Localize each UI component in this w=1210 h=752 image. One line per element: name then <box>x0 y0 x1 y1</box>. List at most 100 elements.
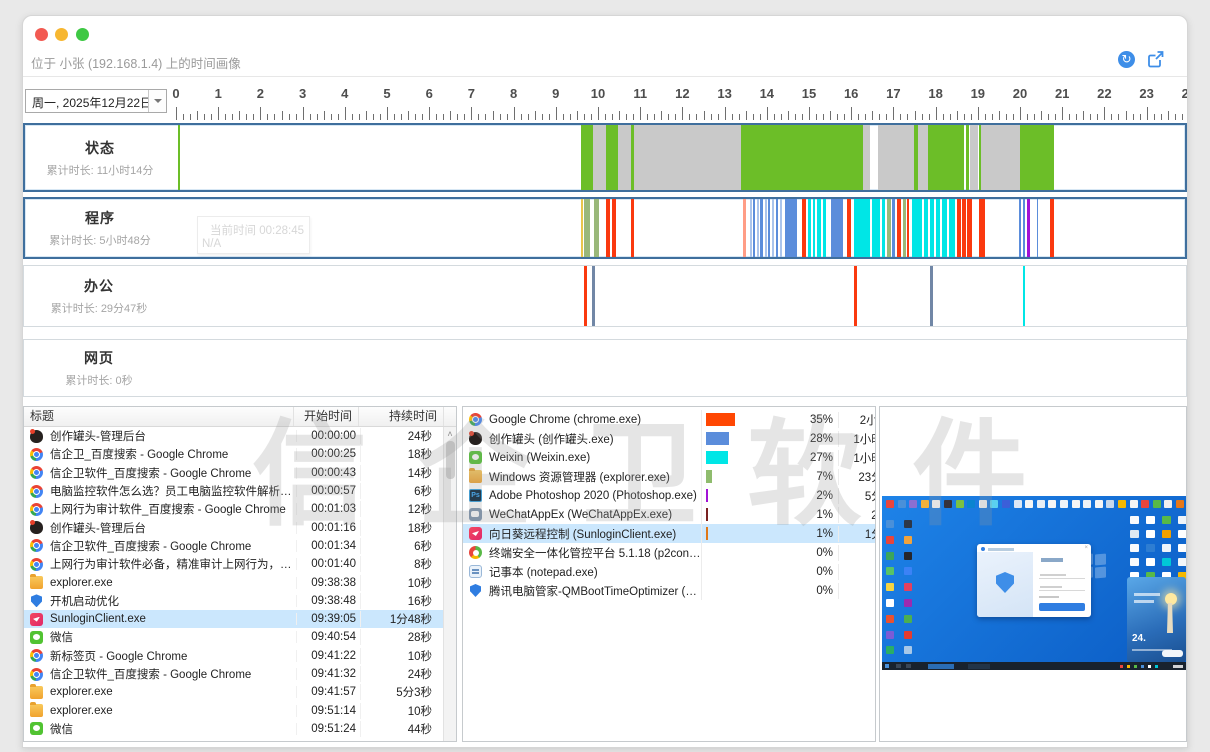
hour-label: 16 <box>838 86 864 101</box>
table-row[interactable]: 新标签页 - Google Chrome09:41:2210秒 <box>24 647 443 665</box>
timeline-row-label-office: 办公累计时长: 29分47秒 <box>24 266 174 326</box>
table-row[interactable]: 创作罐头-管理后台00:01:1618秒 <box>24 518 443 536</box>
ruler-tick <box>802 114 803 120</box>
table-row[interactable]: 上网行为审计软件必备，精准审计上网行为，提升...00:01:408秒 <box>24 555 443 573</box>
ruler-tick <box>260 107 261 120</box>
ruler-tick <box>183 114 184 120</box>
table-row[interactable]: explorer.exe09:51:1410秒 <box>24 701 443 719</box>
activity-segment <box>765 199 767 257</box>
activity-segment <box>743 199 746 257</box>
program-row[interactable]: WeChatAppEx (WeChatAppEx.exe)1%2分2秒 <box>463 505 875 524</box>
document-icon <box>1178 558 1186 566</box>
scrollbar-thumb[interactable] <box>446 441 455 479</box>
document-icon <box>1146 516 1155 524</box>
column-header-2[interactable]: 持续时间 <box>359 407 444 426</box>
desktop-icon <box>886 536 894 544</box>
activity-segment <box>966 125 969 190</box>
desktop-icon <box>932 500 940 508</box>
table-row[interactable]: 电脑监控软件怎么选？员工电脑监控软件解析，202...00:00:576秒 <box>24 482 443 500</box>
table-row[interactable]: explorer.exe09:41:575分3秒 <box>24 683 443 701</box>
ruler-tick <box>929 114 930 120</box>
program-row[interactable]: 终端安全一体化管控平台 5.1.18 (p2console...0%22秒 <box>463 543 875 562</box>
desktop-screenshot-thumbnail[interactable]: ×24. <box>882 496 1186 670</box>
timeline-row-web[interactable]: 网页累计时长: 0秒 <box>23 339 1187 397</box>
ruler-tick <box>478 114 479 120</box>
ruler-tick <box>563 114 564 120</box>
table-row[interactable]: 信企卫_百度搜索 - Google Chrome00:00:2518秒 <box>24 445 443 463</box>
duration-cell: 16秒 <box>360 593 436 609</box>
ruler-tick <box>387 107 388 120</box>
program-row[interactable]: Windows 资源管理器 (explorer.exe)7%23分50秒 <box>463 467 875 486</box>
activity-segment <box>785 199 797 257</box>
hour-label: 21 <box>1049 86 1075 101</box>
ruler-tick <box>556 107 557 120</box>
row-total-duration: 累计时长: 0秒 <box>65 372 132 388</box>
ruler-tick <box>675 114 676 120</box>
ruler-tick <box>753 114 754 120</box>
scroll-up-icon[interactable]: ˄ <box>444 429 456 439</box>
ruler-tick <box>1083 111 1084 120</box>
desktop-icon <box>886 500 894 508</box>
hour-label: 3 <box>290 86 316 101</box>
desktop-icon <box>1072 500 1080 508</box>
column-header-0[interactable]: 标题 <box>24 407 294 426</box>
ruler-tick <box>1062 107 1063 120</box>
program-row[interactable]: 创作罐头 (创作罐头.exe)28%1小时38分 <box>463 429 875 448</box>
activity-segment <box>907 199 909 257</box>
activity-segment <box>606 199 610 257</box>
start-time-cell: 00:00:43 <box>296 467 360 479</box>
table-row[interactable]: 上网行为审计软件_百度搜索 - Google Chrome00:01:0312秒 <box>24 500 443 518</box>
duration-cell: 22秒 <box>838 545 876 561</box>
row-total-duration: 累计时长: 11小时14分 <box>47 162 154 178</box>
hour-label: 7 <box>458 86 484 101</box>
ruler-tick <box>500 114 501 120</box>
table-row[interactable]: 信企卫软件_百度搜索 - Google Chrome09:41:3224秒 <box>24 665 443 683</box>
table-row[interactable] <box>24 738 443 741</box>
table-row[interactable]: explorer.exe09:38:3810秒 <box>24 573 443 591</box>
activity-segment <box>878 125 914 190</box>
export-icon[interactable] <box>1147 50 1165 68</box>
ruler-tick <box>542 114 543 120</box>
activity-segment <box>930 266 933 326</box>
ruler-tick <box>809 107 810 120</box>
timeline-row-office[interactable]: 办公累计时长: 29分47秒 <box>23 265 1187 327</box>
column-header-1[interactable]: 开始时间 <box>294 407 359 426</box>
activity-segment <box>802 199 806 257</box>
program-row[interactable]: 向日葵远程控制 (SunloginClient.exe)1%1分48秒 <box>463 524 875 543</box>
window-title-cell: SunloginClient.exe <box>50 613 296 625</box>
table-row[interactable]: 微信09:40:5428秒 <box>24 628 443 646</box>
program-row[interactable]: Google Chrome (chrome.exe)35%2小时2分 <box>463 410 875 429</box>
activity-segment <box>813 199 815 257</box>
table-row[interactable]: 微信09:51:2444秒 <box>24 720 443 738</box>
document-icon <box>1146 544 1155 552</box>
table-scrollbar[interactable]: ˄ <box>443 427 456 741</box>
tray-icon <box>1155 665 1158 668</box>
duration-cell: 14秒 <box>360 465 436 481</box>
hour-label: 6 <box>416 86 442 101</box>
table-row[interactable]: 信企卫软件_百度搜索 - Google Chrome00:01:346秒 <box>24 537 443 555</box>
ruler-tick <box>936 107 937 120</box>
minimize-button[interactable] <box>55 28 68 41</box>
percent-cell: 0% <box>793 566 833 578</box>
taskbar-icon <box>896 664 901 668</box>
tray-icon <box>1127 665 1130 668</box>
document-icon <box>1162 544 1171 552</box>
program-row[interactable]: 记事本 (notepad.exe)0%20秒 <box>463 562 875 581</box>
program-row[interactable]: Weixin (Weixin.exe)27%1小时32分 <box>463 448 875 467</box>
program-row[interactable]: 腾讯电脑管家-QMBootTimeOptimizer (Q...0%16秒 <box>463 581 875 600</box>
timeline-row-status[interactable]: 状态累计时长: 11小时14分 <box>23 123 1187 192</box>
activity-segment <box>757 199 759 257</box>
ruler-tick <box>964 114 965 120</box>
p2-icon <box>469 546 482 559</box>
wechat-icon <box>30 722 43 735</box>
table-row[interactable]: 创作罐头-管理后台00:00:0024秒 <box>24 427 443 445</box>
table-row[interactable]: SunloginClient.exe09:39:051分48秒 <box>24 610 443 628</box>
refresh-icon[interactable]: ↻ <box>1118 51 1135 68</box>
zoom-button[interactable] <box>76 28 89 41</box>
program-row[interactable]: PsAdobe Photoshop 2020 (Photoshop.exe)2%… <box>463 486 875 505</box>
close-button[interactable] <box>35 28 48 41</box>
input-placeholder-line <box>1040 586 1062 588</box>
table-row[interactable]: 开机启动优化09:38:4816秒 <box>24 592 443 610</box>
table-row[interactable]: 信企卫软件_百度搜索 - Google Chrome00:00:4314秒 <box>24 464 443 482</box>
ruler-tick <box>296 114 297 120</box>
